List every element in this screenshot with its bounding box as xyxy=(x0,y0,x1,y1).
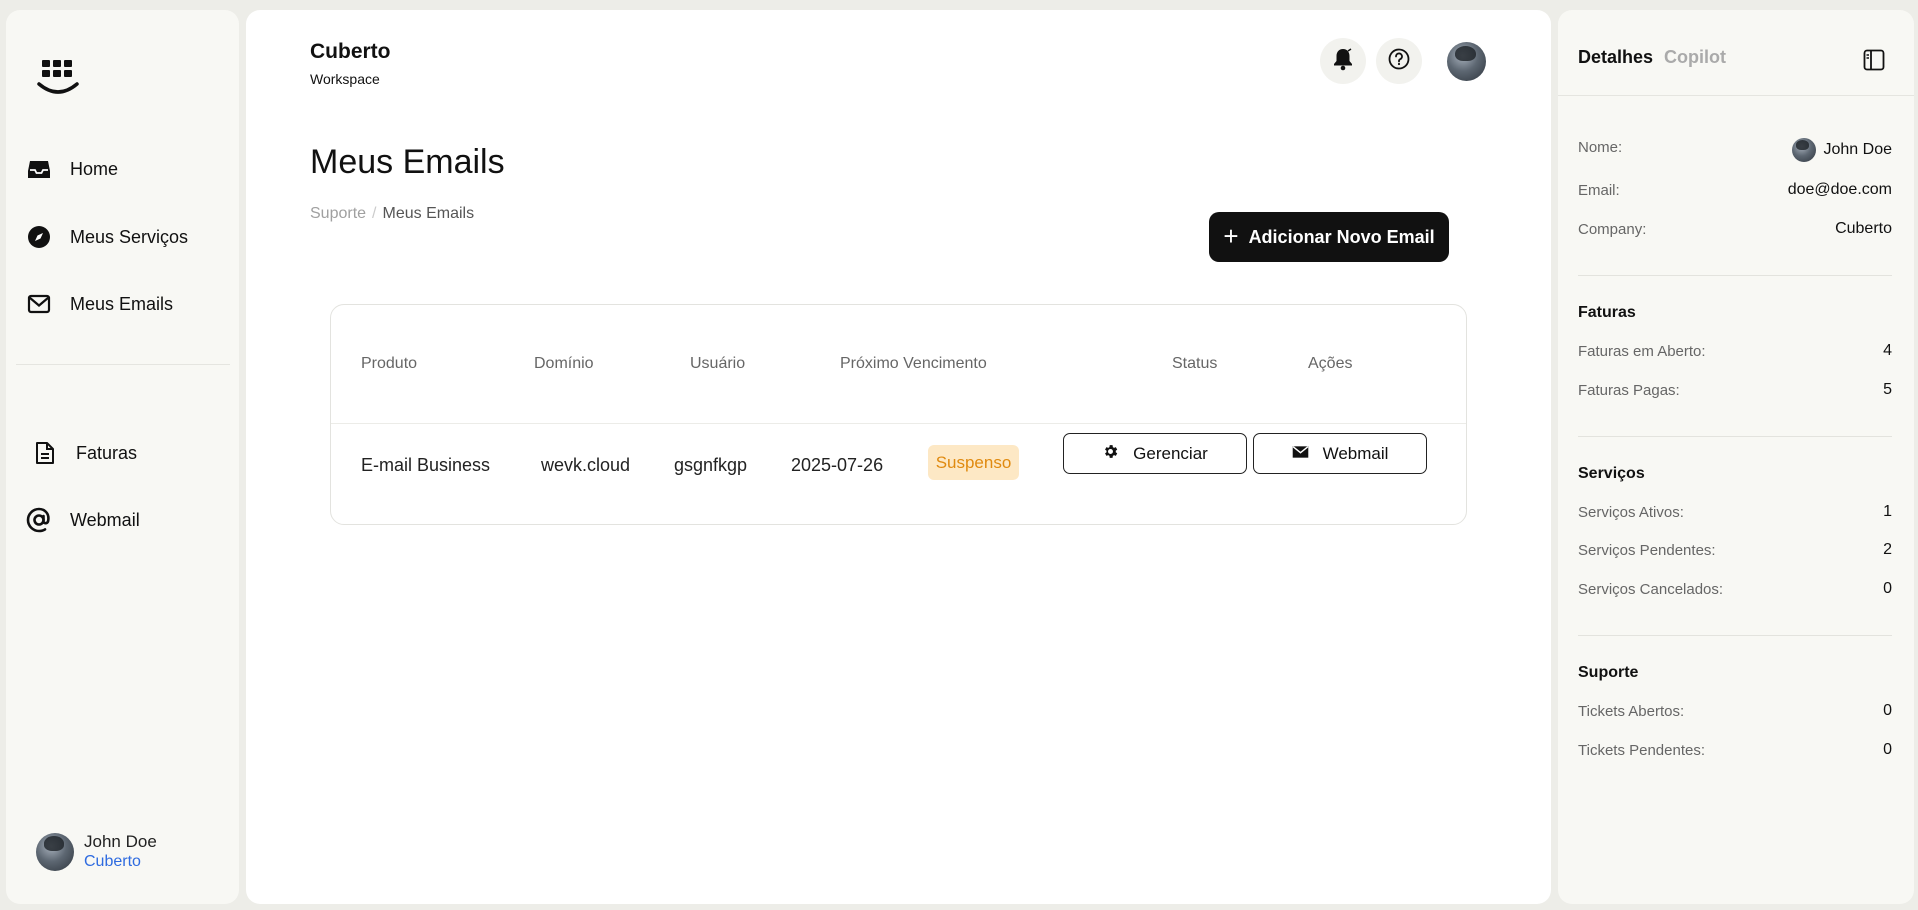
column-header-usuario: Usuário xyxy=(690,355,746,372)
manage-button[interactable]: Gerenciar xyxy=(1063,433,1247,474)
user-name: John Doe xyxy=(84,832,157,851)
bell-icon xyxy=(1332,47,1354,76)
sidebar-item-webmail[interactable]: Webmail xyxy=(26,507,140,533)
stat-value: 0 xyxy=(1883,702,1892,719)
document-icon xyxy=(32,440,58,466)
column-header-vencimento: Próximo Vencimento xyxy=(840,355,987,372)
section-title-servicos: Serviços xyxy=(1578,465,1645,482)
breadcrumb-separator: / xyxy=(372,205,377,222)
mail-icon xyxy=(26,291,52,317)
stat-value: 0 xyxy=(1883,580,1892,597)
sidebar-item-label: Webmail xyxy=(70,509,140,530)
envelope-icon xyxy=(1292,444,1309,464)
workspace-title: Cuberto xyxy=(310,40,391,63)
panel-header-divider xyxy=(1558,95,1914,96)
cell-usuario: gsgnfkgp xyxy=(674,455,748,475)
inbox-icon xyxy=(26,156,52,182)
column-header-acoes: Ações xyxy=(1308,355,1353,372)
header-avatar[interactable] xyxy=(1447,42,1486,81)
details-panel: Detalhes Copilot Nome: John Doe Email: d… xyxy=(1558,10,1914,904)
manage-button-label: Gerenciar xyxy=(1133,443,1208,463)
tab-copilot[interactable]: Copilot xyxy=(1664,47,1726,68)
emails-table: Produto Domínio Usuário Próximo Vencimen… xyxy=(330,304,1467,525)
sidebar-item-meus-servicos[interactable]: Meus Serviços xyxy=(26,224,188,250)
section-divider xyxy=(1578,436,1892,437)
sidebar-item-label: Meus Emails xyxy=(70,293,174,314)
column-header-status: Status xyxy=(1172,355,1218,372)
tab-detalhes[interactable]: Detalhes xyxy=(1578,47,1653,68)
detail-label-nome: Nome: xyxy=(1578,139,1623,156)
detail-value-nome: John Doe xyxy=(1791,138,1893,162)
app-logo-icon[interactable] xyxy=(36,56,84,108)
add-new-email-label: Adicionar Novo Email xyxy=(1248,226,1435,247)
page-title: Meus Emails xyxy=(310,143,505,181)
toggle-panel-icon[interactable] xyxy=(1863,49,1885,76)
cell-produto: E-mail Business xyxy=(361,455,491,475)
sidebar-item-meus-emails[interactable]: Meus Emails xyxy=(26,291,173,317)
avatar xyxy=(1791,138,1816,162)
section-title-faturas: Faturas xyxy=(1578,304,1636,321)
header-divider xyxy=(331,423,1466,424)
help-button[interactable] xyxy=(1376,38,1422,84)
sidebar-item-home[interactable]: Home xyxy=(26,156,118,182)
section-title-suporte: Suporte xyxy=(1578,664,1639,681)
help-icon xyxy=(1388,48,1410,75)
stat-value: 2 xyxy=(1883,541,1892,558)
breadcrumb: Suporte / Meus Emails xyxy=(310,205,474,223)
webmail-button-label: Webmail xyxy=(1322,443,1389,463)
section-divider xyxy=(1578,635,1892,636)
breadcrumb-parent-link[interactable]: Suporte xyxy=(310,205,366,223)
status-badge: Suspenso xyxy=(928,445,1019,480)
breadcrumb-current: Meus Emails xyxy=(382,205,475,222)
detail-value-email: doe@doe.com xyxy=(1787,181,1892,198)
sidebar: Home Meus Serviços Meus Emails Faturas W… xyxy=(6,10,239,904)
cell-vencimento: 2025-07-26 xyxy=(791,455,884,475)
at-icon xyxy=(26,507,52,533)
column-header-produto: Produto xyxy=(361,355,418,372)
detail-label-email: Email: xyxy=(1578,182,1620,199)
sidebar-divider xyxy=(16,364,230,365)
section-divider xyxy=(1578,275,1892,276)
notifications-button[interactable] xyxy=(1320,38,1366,84)
stat-value: 5 xyxy=(1883,381,1892,398)
stat-label: Tickets Pendentes: xyxy=(1578,742,1706,759)
stat-label: Faturas em Aberto: xyxy=(1578,343,1706,360)
cell-dominio: wevk.cloud xyxy=(541,455,631,475)
sidebar-item-label: Faturas xyxy=(76,442,138,463)
user-company-link[interactable]: Cuberto xyxy=(84,853,157,871)
compass-icon xyxy=(26,224,52,250)
column-header-dominio: Domínio xyxy=(534,355,594,372)
main-content: Cuberto Workspace Meus Emails Suporte / … xyxy=(246,10,1551,904)
stat-label: Faturas Pagas: xyxy=(1578,382,1680,399)
plus-icon: + xyxy=(1223,221,1239,251)
detail-value-company: Cuberto xyxy=(1835,220,1892,237)
stat-label: Serviços Cancelados: xyxy=(1578,581,1724,598)
stat-value: 4 xyxy=(1883,342,1892,359)
detail-label-company: Company: xyxy=(1578,221,1647,238)
stat-value: 1 xyxy=(1883,503,1892,520)
sidebar-item-label: Meus Serviços xyxy=(70,226,189,247)
avatar xyxy=(36,832,74,871)
sidebar-user[interactable]: John Doe Cuberto xyxy=(36,832,157,871)
stat-label: Serviços Pendentes: xyxy=(1578,542,1716,559)
gear-icon xyxy=(1102,443,1119,465)
workspace-subtitle: Workspace xyxy=(310,71,380,87)
stat-label: Serviços Ativos: xyxy=(1578,504,1684,521)
detail-name-text: John Doe xyxy=(1823,141,1893,158)
sidebar-item-faturas[interactable]: Faturas xyxy=(32,440,137,466)
sidebar-item-label: Home xyxy=(70,158,119,179)
stat-label: Tickets Abertos: xyxy=(1578,703,1685,720)
stat-value: 0 xyxy=(1883,741,1892,758)
webmail-button[interactable]: Webmail xyxy=(1253,433,1427,474)
add-new-email-button[interactable]: + Adicionar Novo Email xyxy=(1209,212,1449,262)
